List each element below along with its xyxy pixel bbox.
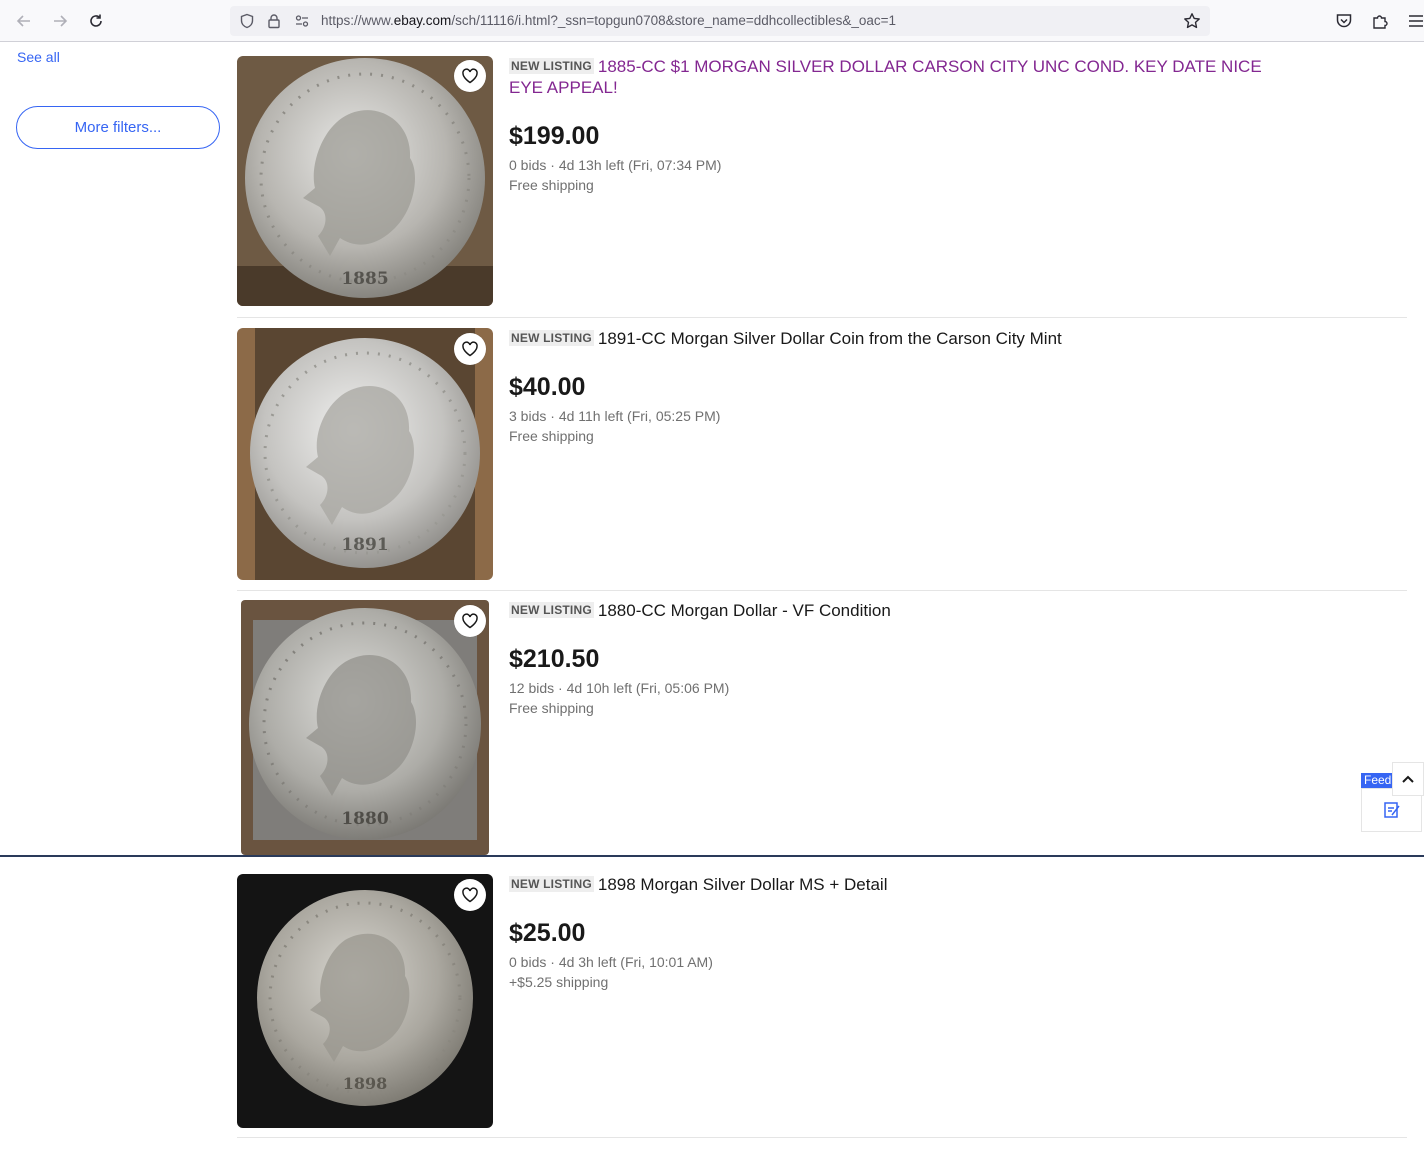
new-listing-badge: NEW LISTING <box>509 330 594 346</box>
listing-price: $210.50 <box>509 645 600 673</box>
new-listing-badge: NEW LISTING <box>509 602 594 618</box>
listing-meta: 0 bids · 4d 3h left (Fri, 10:01 AM) <box>509 954 713 970</box>
screenshot-seam <box>0 855 1424 857</box>
coin-date: 1885 <box>341 269 388 289</box>
forward-button[interactable] <box>48 9 72 33</box>
watch-button[interactable] <box>454 333 486 365</box>
listing-meta: 12 bids · 4d 10h left (Fri, 05:06 PM) <box>509 680 730 696</box>
divider <box>237 317 1407 318</box>
listing-title[interactable]: NEW LISTING 1880-CC Morgan Dollar - VF Co… <box>509 600 1289 621</box>
divider <box>237 1137 1407 1138</box>
new-listing-badge: NEW LISTING <box>509 58 594 74</box>
listing-image[interactable]: 1885 <box>237 56 493 306</box>
menu-button[interactable] <box>1405 10 1424 32</box>
lock-icon[interactable] <box>265 12 283 30</box>
back-button[interactable] <box>12 9 36 33</box>
chevron-up-icon <box>1402 775 1414 783</box>
see-all-link[interactable]: See all <box>17 49 60 65</box>
listing-image[interactable]: 1898 <box>237 874 493 1128</box>
listing-shipping: +$5.25 shipping <box>509 974 609 990</box>
listing-image[interactable]: 1891 <box>237 328 493 580</box>
heart-icon <box>462 341 478 357</box>
listing-shipping: Free shipping <box>509 177 594 193</box>
listing-title[interactable]: NEW LISTING 1891-CC Morgan Silver Dollar … <box>509 328 1289 349</box>
permissions-icon[interactable] <box>293 12 311 30</box>
listing-image[interactable]: 1880 <box>241 600 489 855</box>
watch-button[interactable] <box>454 60 486 92</box>
new-listing-badge: NEW LISTING <box>509 876 594 892</box>
browser-toolbar: https://www.ebay.com/sch/11116/i.html?_s… <box>0 0 1424 42</box>
listing-price: $199.00 <box>509 122 600 150</box>
reload-button[interactable] <box>84 9 108 33</box>
pocket-icon <box>1336 14 1352 28</box>
reload-icon <box>90 14 102 27</box>
listing-meta: 0 bids · 4d 13h left (Fri, 07:34 PM) <box>509 157 722 173</box>
address-bar[interactable]: https://www.ebay.com/sch/11116/i.html?_s… <box>230 6 1210 36</box>
heart-icon <box>462 68 478 84</box>
extensions-button[interactable] <box>1369 10 1391 32</box>
listing-price: $25.00 <box>509 919 586 947</box>
hamburger-icon <box>1409 15 1423 27</box>
listing-shipping: Free shipping <box>509 428 594 444</box>
bookmark-star-icon[interactable] <box>1183 12 1201 30</box>
arrow-left-icon <box>16 15 30 27</box>
watch-button[interactable] <box>454 605 486 637</box>
heart-icon <box>462 887 478 903</box>
feedback-tab-label[interactable]: Feed <box>1361 773 1395 788</box>
listing-title[interactable]: NEW LISTING 1898 Morgan Silver Dollar MS … <box>509 874 1289 895</box>
puzzle-icon <box>1373 15 1388 29</box>
listing-meta: 3 bids · 4d 11h left (Fri, 05:25 PM) <box>509 408 721 424</box>
arrow-right-icon <box>54 15 68 27</box>
watch-button[interactable] <box>454 879 486 911</box>
pocket-button[interactable] <box>1333 10 1355 32</box>
coin-date: 1891 <box>341 535 388 555</box>
heart-icon <box>462 613 478 629</box>
back-to-top-button[interactable] <box>1392 762 1424 796</box>
feedback-icon <box>1383 802 1400 818</box>
listing-price: $40.00 <box>509 373 586 401</box>
listing-title[interactable]: NEW LISTING 1885-CC $1 MORGAN SILVER DOLL… <box>509 56 1289 98</box>
shield-icon[interactable] <box>238 12 256 30</box>
divider <box>237 590 1407 591</box>
coin-date: 1880 <box>341 809 388 829</box>
more-filters-button[interactable]: More filters... <box>16 106 220 149</box>
listing-shipping: Free shipping <box>509 700 594 716</box>
coin-date: 1898 <box>343 1074 388 1093</box>
url-text[interactable]: https://www.ebay.com/sch/11116/i.html?_s… <box>321 13 896 28</box>
